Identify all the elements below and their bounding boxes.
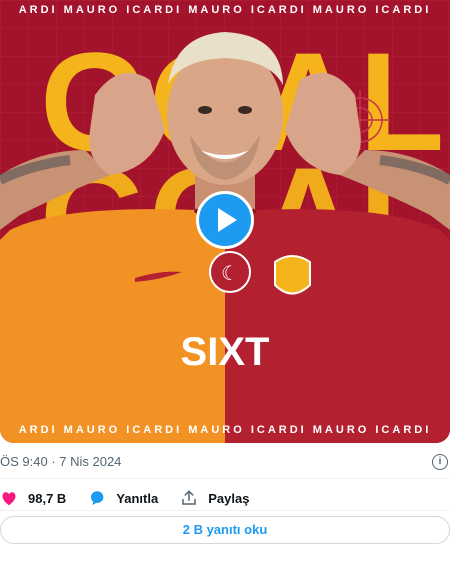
share-icon	[182, 490, 196, 505]
reply-label: Yanıtla	[116, 490, 159, 506]
reply-button[interactable]: Yanıtla	[88, 489, 158, 507]
divider	[0, 478, 450, 479]
tweet-date: 7 Nis 2024	[59, 454, 122, 469]
play-button[interactable]	[196, 191, 254, 249]
like-count: 98,7 B	[28, 490, 67, 506]
tweet-actions-bar: 98,7 B Yanıtla Paylaş	[0, 486, 271, 510]
play-icon	[218, 208, 237, 232]
like-button[interactable]: 98,7 B	[0, 489, 66, 507]
sponsor-logo: SIXT	[181, 330, 270, 374]
share-label: Paylaş	[208, 490, 250, 506]
share-button[interactable]: Paylaş	[180, 489, 249, 507]
marquee-bottom: ARDI MAURO ICARDI MAURO ICARDI MAURO ICA…	[18, 424, 432, 436]
divider	[0, 510, 450, 511]
tweet-time: ÖS 9:40	[0, 454, 48, 469]
heart-icon	[2, 492, 16, 506]
timestamp-separator: ·	[47, 454, 60, 469]
marquee-top: ARDI MAURO ICARDI MAURO ICARDI MAURO ICA…	[18, 4, 432, 16]
info-icon[interactable]: i	[432, 454, 448, 470]
svg-text:☾: ☾	[221, 261, 239, 285]
read-replies-button[interactable]: 2 B yanıtı oku	[0, 516, 450, 544]
tweet-media-video[interactable]: GOAL! GOAL! GOAL! ☾ SIXT	[0, 0, 450, 443]
reply-bubble-icon	[91, 491, 104, 506]
tweet-timestamp[interactable]: ÖS 9:40 · 7 Nis 2024 i	[0, 451, 450, 473]
